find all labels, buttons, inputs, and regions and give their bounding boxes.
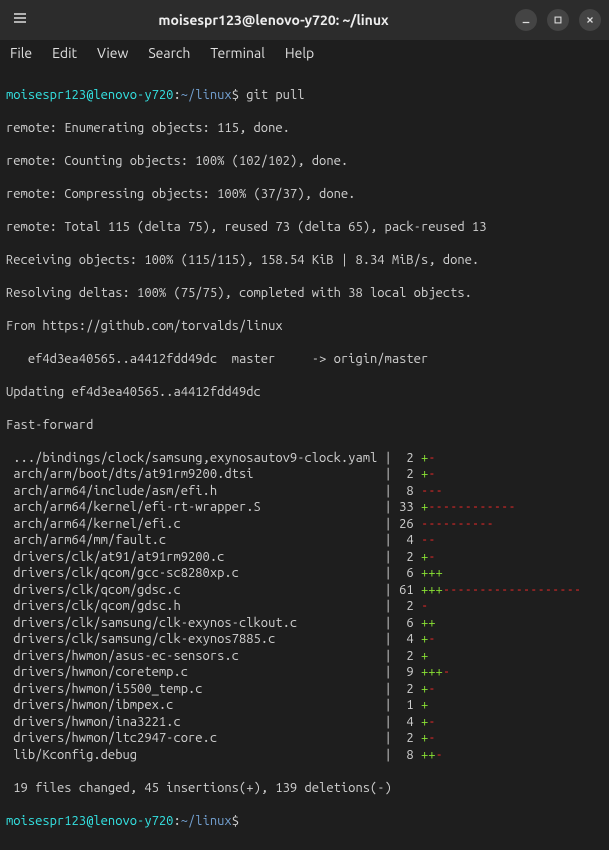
deletions-icon: ----------	[421, 517, 494, 531]
diffstat-line: drivers/hwmon/ina3221.c | 4 +-	[6, 714, 603, 731]
file-path: arch/arm/boot/dts/at91rm9200.dtsi | 2	[6, 467, 421, 481]
deletions-icon: --	[421, 533, 436, 547]
prompt-line: moisespr123@lenovo-y720:~/linux$	[6, 813, 603, 830]
deletions-icon: ------------	[428, 500, 515, 514]
diffstat-line: arch/arm64/mm/fault.c | 4 --	[6, 532, 603, 549]
insertions-icon: +	[421, 632, 428, 646]
diffstat-line: drivers/hwmon/i5500_temp.c | 2 +-	[6, 681, 603, 698]
file-path: drivers/hwmon/i5500_temp.c | 2	[6, 682, 421, 696]
close-button[interactable]	[579, 9, 601, 31]
insertions-icon: +++	[421, 583, 443, 597]
deletions-icon: -	[421, 599, 428, 613]
file-path: drivers/clk/qcom/gcc-sc8280xp.c | 6	[6, 566, 421, 580]
diffstat-line: drivers/clk/at91/at91rm9200.c | 2 +-	[6, 549, 603, 566]
file-path: drivers/clk/qcom/gdsc.c | 61	[6, 583, 421, 597]
file-path: arch/arm64/mm/fault.c | 4	[6, 533, 421, 547]
file-path: drivers/hwmon/ltc2947-core.c | 2	[6, 731, 421, 745]
file-path: drivers/hwmon/asus-ec-sensors.c | 2	[6, 649, 421, 663]
diffstat-line: lib/Kconfig.debug | 8 ++-	[6, 747, 603, 764]
diffstat-line: drivers/clk/qcom/gcc-sc8280xp.c | 6 +++	[6, 565, 603, 582]
menu-terminal[interactable]: Terminal	[210, 44, 265, 62]
insertions-icon: +	[421, 731, 428, 745]
deletions-icon: -	[443, 665, 450, 679]
file-path: drivers/clk/qcom/gdsc.h | 2	[6, 599, 421, 613]
insertions-icon: ++	[421, 616, 436, 630]
deletions-icon: -	[428, 550, 435, 564]
output-line: remote: Compressing objects: 100% (37/37…	[6, 186, 603, 203]
prompt-userhost: moisespr123@lenovo-y720	[6, 814, 173, 828]
menu-view[interactable]: View	[97, 44, 128, 62]
deletions-icon: -	[428, 451, 435, 465]
output-line: remote: Enumerating objects: 115, done.	[6, 120, 603, 137]
deletions-icon: -	[428, 682, 435, 696]
maximize-button[interactable]	[547, 9, 569, 31]
output-line: From https://github.com/torvalds/linux	[6, 318, 603, 335]
insertions-icon: +	[421, 682, 428, 696]
deletions-icon: -	[428, 467, 435, 481]
insertions-icon: +	[421, 715, 428, 729]
prompt-userhost: moisespr123@lenovo-y720	[6, 88, 173, 102]
diffstat-line: drivers/clk/samsung/clk-exynos7885.c | 4…	[6, 631, 603, 648]
file-path: drivers/clk/samsung/clk-exynos7885.c | 4	[6, 632, 421, 646]
command-text: git pull	[246, 88, 304, 102]
file-path: drivers/hwmon/coretemp.c | 9	[6, 665, 421, 679]
diffstat-line: drivers/hwmon/ibmpex.c | 1 +	[6, 697, 603, 714]
file-path: drivers/clk/at91/at91rm9200.c | 2	[6, 550, 421, 564]
diffstat-line: drivers/hwmon/asus-ec-sensors.c | 2 +	[6, 648, 603, 665]
file-path: arch/arm64/include/asm/efi.h | 8	[6, 484, 421, 498]
file-path: drivers/clk/samsung/clk-exynos-clkout.c …	[6, 616, 421, 630]
diffstat-line: .../bindings/clock/samsung,exynosautov9-…	[6, 450, 603, 467]
diffstat-line: arch/arm64/include/asm/efi.h | 8 ---	[6, 483, 603, 500]
summary-line: 19 files changed, 45 insertions(+), 139 …	[6, 780, 603, 797]
menu-edit[interactable]: Edit	[52, 44, 77, 62]
deletions-icon: -	[436, 748, 443, 762]
menu-search[interactable]: Search	[148, 44, 190, 62]
hamburger-icon[interactable]	[8, 10, 32, 31]
deletions-icon: -	[428, 632, 435, 646]
file-path: arch/arm64/kernel/efi-rt-wrapper.S | 33	[6, 500, 421, 514]
insertions-icon: +	[421, 698, 428, 712]
diffstat-line: drivers/clk/qcom/gdsc.h | 2 -	[6, 598, 603, 615]
output-line: Fast-forward	[6, 417, 603, 434]
prompt-path: ~/linux	[181, 88, 232, 102]
deletions-icon: -	[428, 715, 435, 729]
window-controls	[515, 9, 601, 31]
prompt-line: moisespr123@lenovo-y720:~/linux$ git pul…	[6, 87, 603, 104]
diffstat-line: drivers/hwmon/ltc2947-core.c | 2 +-	[6, 730, 603, 747]
menu-file[interactable]: File	[10, 44, 32, 62]
diffstat-line: arch/arm/boot/dts/at91rm9200.dtsi | 2 +-	[6, 466, 603, 483]
output-line: remote: Counting objects: 100% (102/102)…	[6, 153, 603, 170]
file-path: drivers/hwmon/ina3221.c | 4	[6, 715, 421, 729]
insertions-icon: +	[421, 649, 428, 663]
file-path: .../bindings/clock/samsung,exynosautov9-…	[6, 451, 421, 465]
output-line: ef4d3ea40565..a4412fdd49dc master -> ori…	[6, 351, 603, 368]
titlebar: moisespr123@lenovo-y720: ~/linux	[0, 0, 609, 40]
terminal-output[interactable]: moisespr123@lenovo-y720:~/linux$ git pul…	[0, 66, 609, 850]
deletions-icon: -	[428, 731, 435, 745]
output-line: remote: Total 115 (delta 75), reused 73 …	[6, 219, 603, 236]
minimize-button[interactable]	[515, 9, 537, 31]
insertions-icon: +++	[421, 665, 443, 679]
diffstat-line: drivers/clk/samsung/clk-exynos-clkout.c …	[6, 615, 603, 632]
output-line: Updating ef4d3ea40565..a4412fdd49dc	[6, 384, 603, 401]
file-path: arch/arm64/kernel/efi.c | 26	[6, 517, 421, 531]
deletions-icon: -------------------	[443, 583, 581, 597]
diffstat-line: arch/arm64/kernel/efi.c | 26 ----------	[6, 516, 603, 533]
file-path: drivers/hwmon/ibmpex.c | 1	[6, 698, 421, 712]
diffstat-line: arch/arm64/kernel/efi-rt-wrapper.S | 33 …	[6, 499, 603, 516]
output-line: Resolving deltas: 100% (75/75), complete…	[6, 285, 603, 302]
insertions-icon: +++	[421, 566, 443, 580]
output-line: Receiving objects: 100% (115/115), 158.5…	[6, 252, 603, 269]
deletions-icon: ---	[421, 484, 443, 498]
window-title: moisespr123@lenovo-y720: ~/linux	[32, 11, 515, 29]
file-path: lib/Kconfig.debug | 8	[6, 748, 421, 762]
diffstat-line: drivers/hwmon/coretemp.c | 9 +++-	[6, 664, 603, 681]
menubar: File Edit View Search Terminal Help	[0, 40, 609, 66]
insertions-icon: ++	[421, 748, 436, 762]
menu-help[interactable]: Help	[285, 44, 314, 62]
diffstat-line: drivers/clk/qcom/gdsc.c | 61 +++--------…	[6, 582, 603, 599]
prompt-path: ~/linux	[181, 814, 232, 828]
